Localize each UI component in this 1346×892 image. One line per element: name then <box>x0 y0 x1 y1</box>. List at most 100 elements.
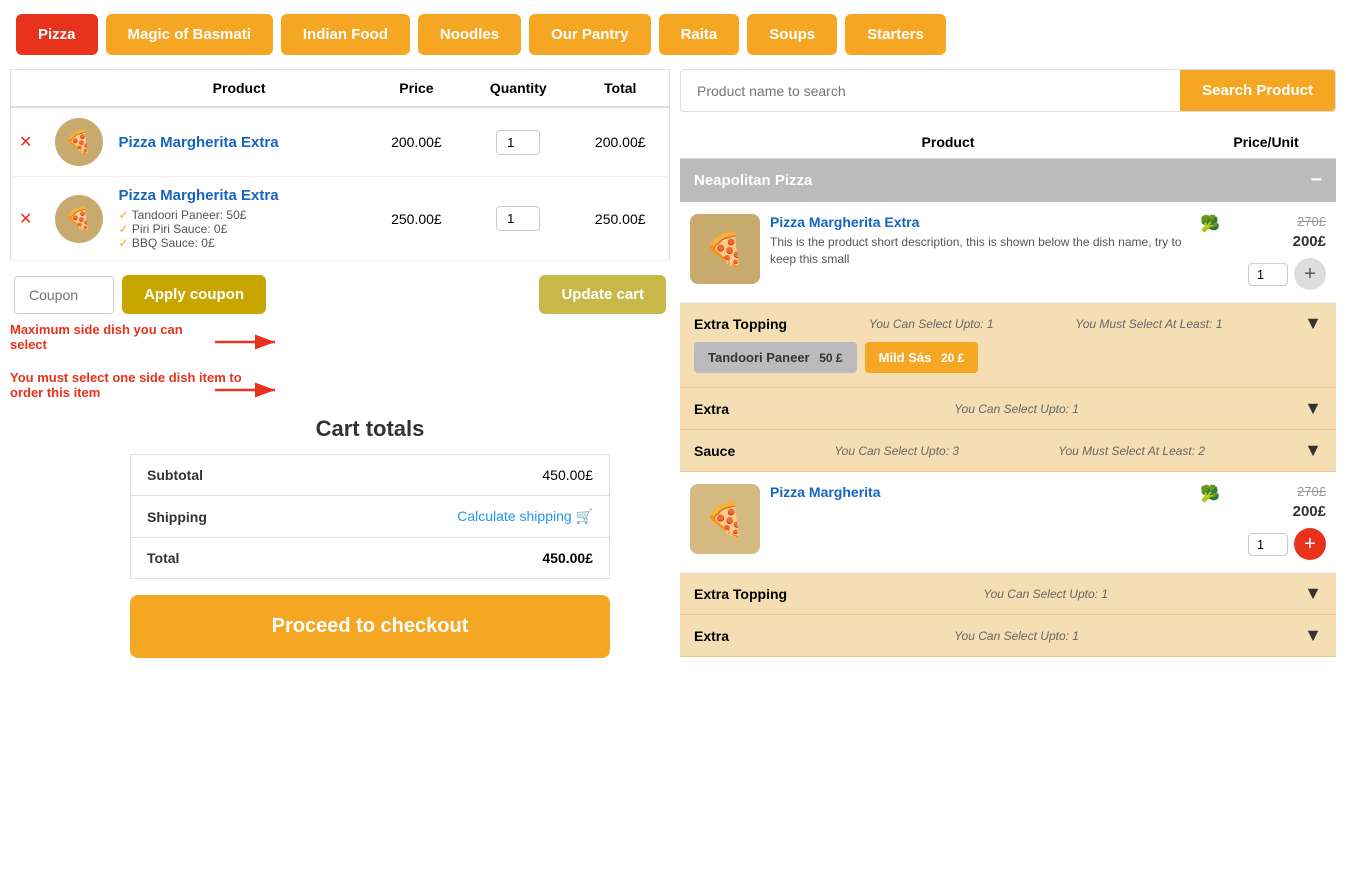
update-cart-button[interactable]: Update cart <box>539 275 666 314</box>
extra-line-1: ✓ Tandoori Paneer: 50£ <box>119 208 360 222</box>
warning-text-2: You must select one side dish item to or… <box>10 370 270 400</box>
collapse-category-button[interactable]: − <box>1310 169 1322 192</box>
sauce-title-1: Sauce <box>694 443 735 459</box>
qty-input-product-1[interactable] <box>1248 263 1288 286</box>
shipping-row: Shipping Calculate shipping 🛒 <box>131 496 610 538</box>
topping-label-tandoori: Tandoori Paneer <box>708 350 810 365</box>
product-price-1: 270£ 200£ + <box>1236 214 1326 290</box>
coupon-input[interactable] <box>14 276 114 314</box>
extra-dropdown-1[interactable]: ▼ <box>1304 398 1322 419</box>
product-desc-1: This is the product short description, t… <box>770 234 1184 268</box>
price-current-1: 200£ <box>1293 233 1326 250</box>
apply-coupon-button[interactable]: Apply coupon <box>122 275 266 314</box>
search-input[interactable] <box>681 70 1180 111</box>
table-row: ✕ 🍕 Pizza Margherita Extra 200.00£ 200.0… <box>11 107 670 177</box>
total-label: Total <box>131 538 301 579</box>
qty-row-2: + <box>1248 528 1326 560</box>
search-button[interactable]: Search Product <box>1180 70 1335 111</box>
qty-input-1[interactable] <box>496 130 540 155</box>
topping-select-upto-1: You Can Select Upto: 1 <box>869 317 994 331</box>
nav-btn-starters[interactable]: Starters <box>845 14 946 55</box>
price-cell-1: 200.00£ <box>368 107 465 177</box>
cart-icon: 🛒 <box>576 508 593 524</box>
extra-title-1: Extra <box>694 401 729 417</box>
warnings-area: Maximum side dish you can select You mus… <box>10 322 670 402</box>
pizza-thumb-2: 🍕 <box>55 195 103 243</box>
subtotal-label: Subtotal <box>131 455 301 496</box>
extra-dropdown-2[interactable]: ▼ <box>1304 625 1322 646</box>
product-price-2: 270£ 200£ + <box>1236 484 1326 560</box>
search-row: Search Product <box>680 69 1336 112</box>
price-original-2: 270£ <box>1297 484 1326 499</box>
add-product-2-button[interactable]: + <box>1294 528 1326 560</box>
qty-input-product-2[interactable] <box>1248 533 1288 556</box>
add-product-1-button[interactable]: + <box>1294 258 1326 290</box>
topping-chip-mild-sas[interactable]: Mild Sás 20 £ <box>865 342 979 373</box>
pizza-thumb-1: 🍕 <box>55 118 103 166</box>
nav-btn-indian-food[interactable]: Indian Food <box>281 14 410 55</box>
product-link-1[interactable]: Pizza Margherita Extra <box>119 134 279 151</box>
total-cell-1: 200.00£ <box>571 107 669 177</box>
header-product: Product <box>690 134 1206 150</box>
subtotal-value: 450.00£ <box>300 455 609 496</box>
topping-dropdown-1[interactable]: ▼ <box>1304 313 1322 334</box>
topping-title-1: Extra Topping <box>694 316 787 332</box>
product-link-2[interactable]: Pizza Margherita Extra <box>119 187 279 204</box>
col-header-product: Product <box>111 70 368 108</box>
nav-btn-raita[interactable]: Raita <box>659 14 740 55</box>
totals-table: Subtotal 450.00£ Shipping Calculate ship… <box>130 454 610 579</box>
veg-icon-1: 🥦 <box>1200 214 1220 234</box>
extra-header-1: Extra You Can Select Upto: 1 ▼ <box>694 398 1322 419</box>
product-name-cell-1: Pizza Margherita Extra <box>111 107 368 177</box>
topping-section-1: Extra Topping You Can Select Upto: 1 You… <box>680 303 1336 388</box>
product-info-1: Pizza Margherita Extra This is the produ… <box>770 214 1184 268</box>
veg-icon-2: 🥦 <box>1200 484 1220 504</box>
cart-totals-title: Cart totals <box>130 416 610 442</box>
remove-item-2[interactable]: ✕ <box>19 209 32 229</box>
warning-text-1: Maximum side dish you can select <box>10 322 210 352</box>
nav-btn-pizza[interactable]: Pizza <box>16 14 98 55</box>
header-price-unit: Price/Unit <box>1206 134 1326 150</box>
nav-btn-magic-of-basmati[interactable]: Magic of Basmati <box>106 14 273 55</box>
total-row: Total 450.00£ <box>131 538 610 579</box>
remove-item-1[interactable]: ✕ <box>19 132 32 152</box>
checkout-button[interactable]: Proceed to checkout <box>130 595 610 658</box>
shipping-link-text: Calculate shipping <box>457 508 571 524</box>
topping-section-2: Extra Topping You Can Select Upto: 1 ▼ <box>680 573 1336 615</box>
product-name-2: Pizza Margherita <box>770 484 1184 500</box>
subtotal-row: Subtotal 450.00£ <box>131 455 610 496</box>
main-content: Product Price Quantity Total ✕ 🍕 Pizza M… <box>0 69 1346 692</box>
col-header-quantity: Quantity <box>465 70 571 108</box>
product-image-2: 🍕 <box>690 484 760 554</box>
topping-dropdown-2[interactable]: ▼ <box>1304 583 1322 604</box>
product-item-1: 🍕 Pizza Margherita Extra This is the pro… <box>680 202 1336 303</box>
nav-btn-soups[interactable]: Soups <box>747 14 837 55</box>
nav-btn-our-pantry[interactable]: Our Pantry <box>529 14 651 55</box>
product-list-header: Product Price/Unit <box>680 126 1336 159</box>
topping-price-tandoori: 50 £ <box>819 351 842 365</box>
price-original-1: 270£ <box>1297 214 1326 229</box>
product-image-1: 🍕 <box>690 214 760 284</box>
cart-table: Product Price Quantity Total ✕ 🍕 Pizza M… <box>10 69 670 261</box>
qty-input-2[interactable] <box>496 206 540 231</box>
calculate-shipping-link[interactable]: Calculate shipping 🛒 <box>457 508 593 524</box>
extra-select-upto-2: You Can Select Upto: 1 <box>954 629 1079 643</box>
product-name-cell-2: Pizza Margherita Extra ✓ Tandoori Paneer… <box>111 177 368 261</box>
extra-line-3: ✓ BBQ Sauce: 0£ <box>119 236 360 250</box>
qty-row-1: + <box>1248 258 1326 290</box>
sauce-must-select-1: You Must Select At Least: 2 <box>1058 444 1205 458</box>
left-panel: Product Price Quantity Total ✕ 🍕 Pizza M… <box>10 69 670 672</box>
nav-btn-noodles[interactable]: Noodles <box>418 14 521 55</box>
sauce-dropdown-1[interactable]: ▼ <box>1304 440 1322 461</box>
topping-chip-tandoori[interactable]: Tandoori Paneer 50 £ <box>694 342 857 373</box>
sauce-select-upto-1: You Can Select Upto: 3 <box>834 444 959 458</box>
total-value: 450.00£ <box>542 550 593 566</box>
product-item-2: 🍕 Pizza Margherita 🥦 270£ 200£ + <box>680 472 1336 573</box>
product-extras-2: ✓ Tandoori Paneer: 50£ ✓ Piri Piri Sauce… <box>119 208 360 250</box>
extra-select-upto-1: You Can Select Upto: 1 <box>954 402 1079 416</box>
price-cell-2: 250.00£ <box>368 177 465 261</box>
topping-price-mild-sas: 20 £ <box>941 351 964 365</box>
product-name-1: Pizza Margherita Extra <box>770 214 1184 230</box>
coupon-row: Apply coupon Update cart <box>10 275 670 314</box>
topping-items-row-1: Tandoori Paneer 50 £ Mild Sás 20 £ <box>694 334 1322 377</box>
